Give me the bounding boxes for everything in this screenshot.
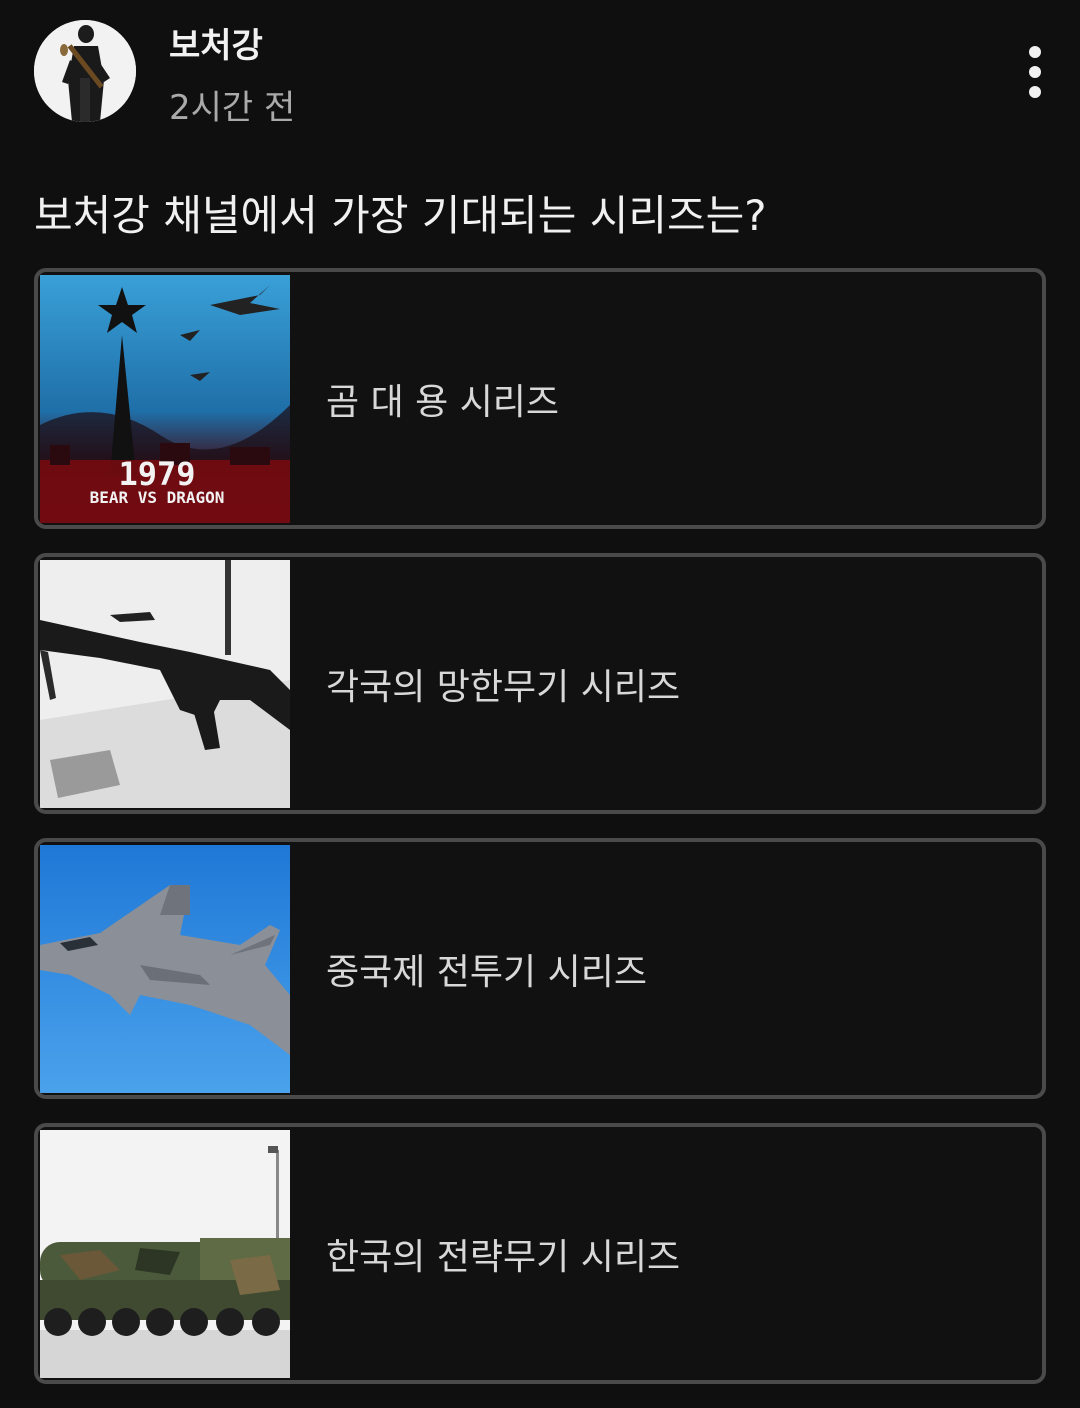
option-label: 중국제 전투기 시리즈 (326, 951, 647, 993)
avatar[interactable] (34, 20, 136, 122)
poll-question: 보처강 채널에서 가장 기대되는 시리즈는? (34, 191, 767, 240)
author-name[interactable]: 보처강 (169, 18, 263, 67)
poll-options: 1979 BEAR VS DRAGON 곰 대 용 시리즈 각국의 망한무기 시… (34, 268, 1046, 1408)
option-thumbnail (40, 560, 290, 808)
option-thumbnail: 1979 BEAR VS DRAGON (40, 275, 290, 523)
post-header: 보처강 2시간 전 (0, 0, 1080, 140)
poll-option-2[interactable]: 각국의 망한무기 시리즈 (34, 553, 1046, 814)
poll-option-4[interactable]: 한국의 전략무기 시리즈 (34, 1123, 1046, 1384)
post-timestamp: 2시간 전 (169, 88, 296, 128)
poll-option-3[interactable]: 중국제 전투기 시리즈 (34, 838, 1046, 1099)
more-options-button[interactable] (1010, 40, 1060, 104)
option-label: 각국의 망한무기 시리즈 (326, 666, 681, 708)
option-label: 곰 대 용 시리즈 (326, 381, 560, 423)
avatar-image (34, 20, 136, 122)
poll-option-1[interactable]: 1979 BEAR VS DRAGON 곰 대 용 시리즈 (34, 268, 1046, 529)
thumb-caption: BEAR VS DRAGON (90, 488, 225, 507)
option-label: 한국의 전략무기 시리즈 (326, 1236, 681, 1278)
option-thumbnail (40, 1130, 290, 1378)
option-thumbnail (40, 845, 290, 1093)
more-vertical-icon (1029, 46, 1041, 98)
